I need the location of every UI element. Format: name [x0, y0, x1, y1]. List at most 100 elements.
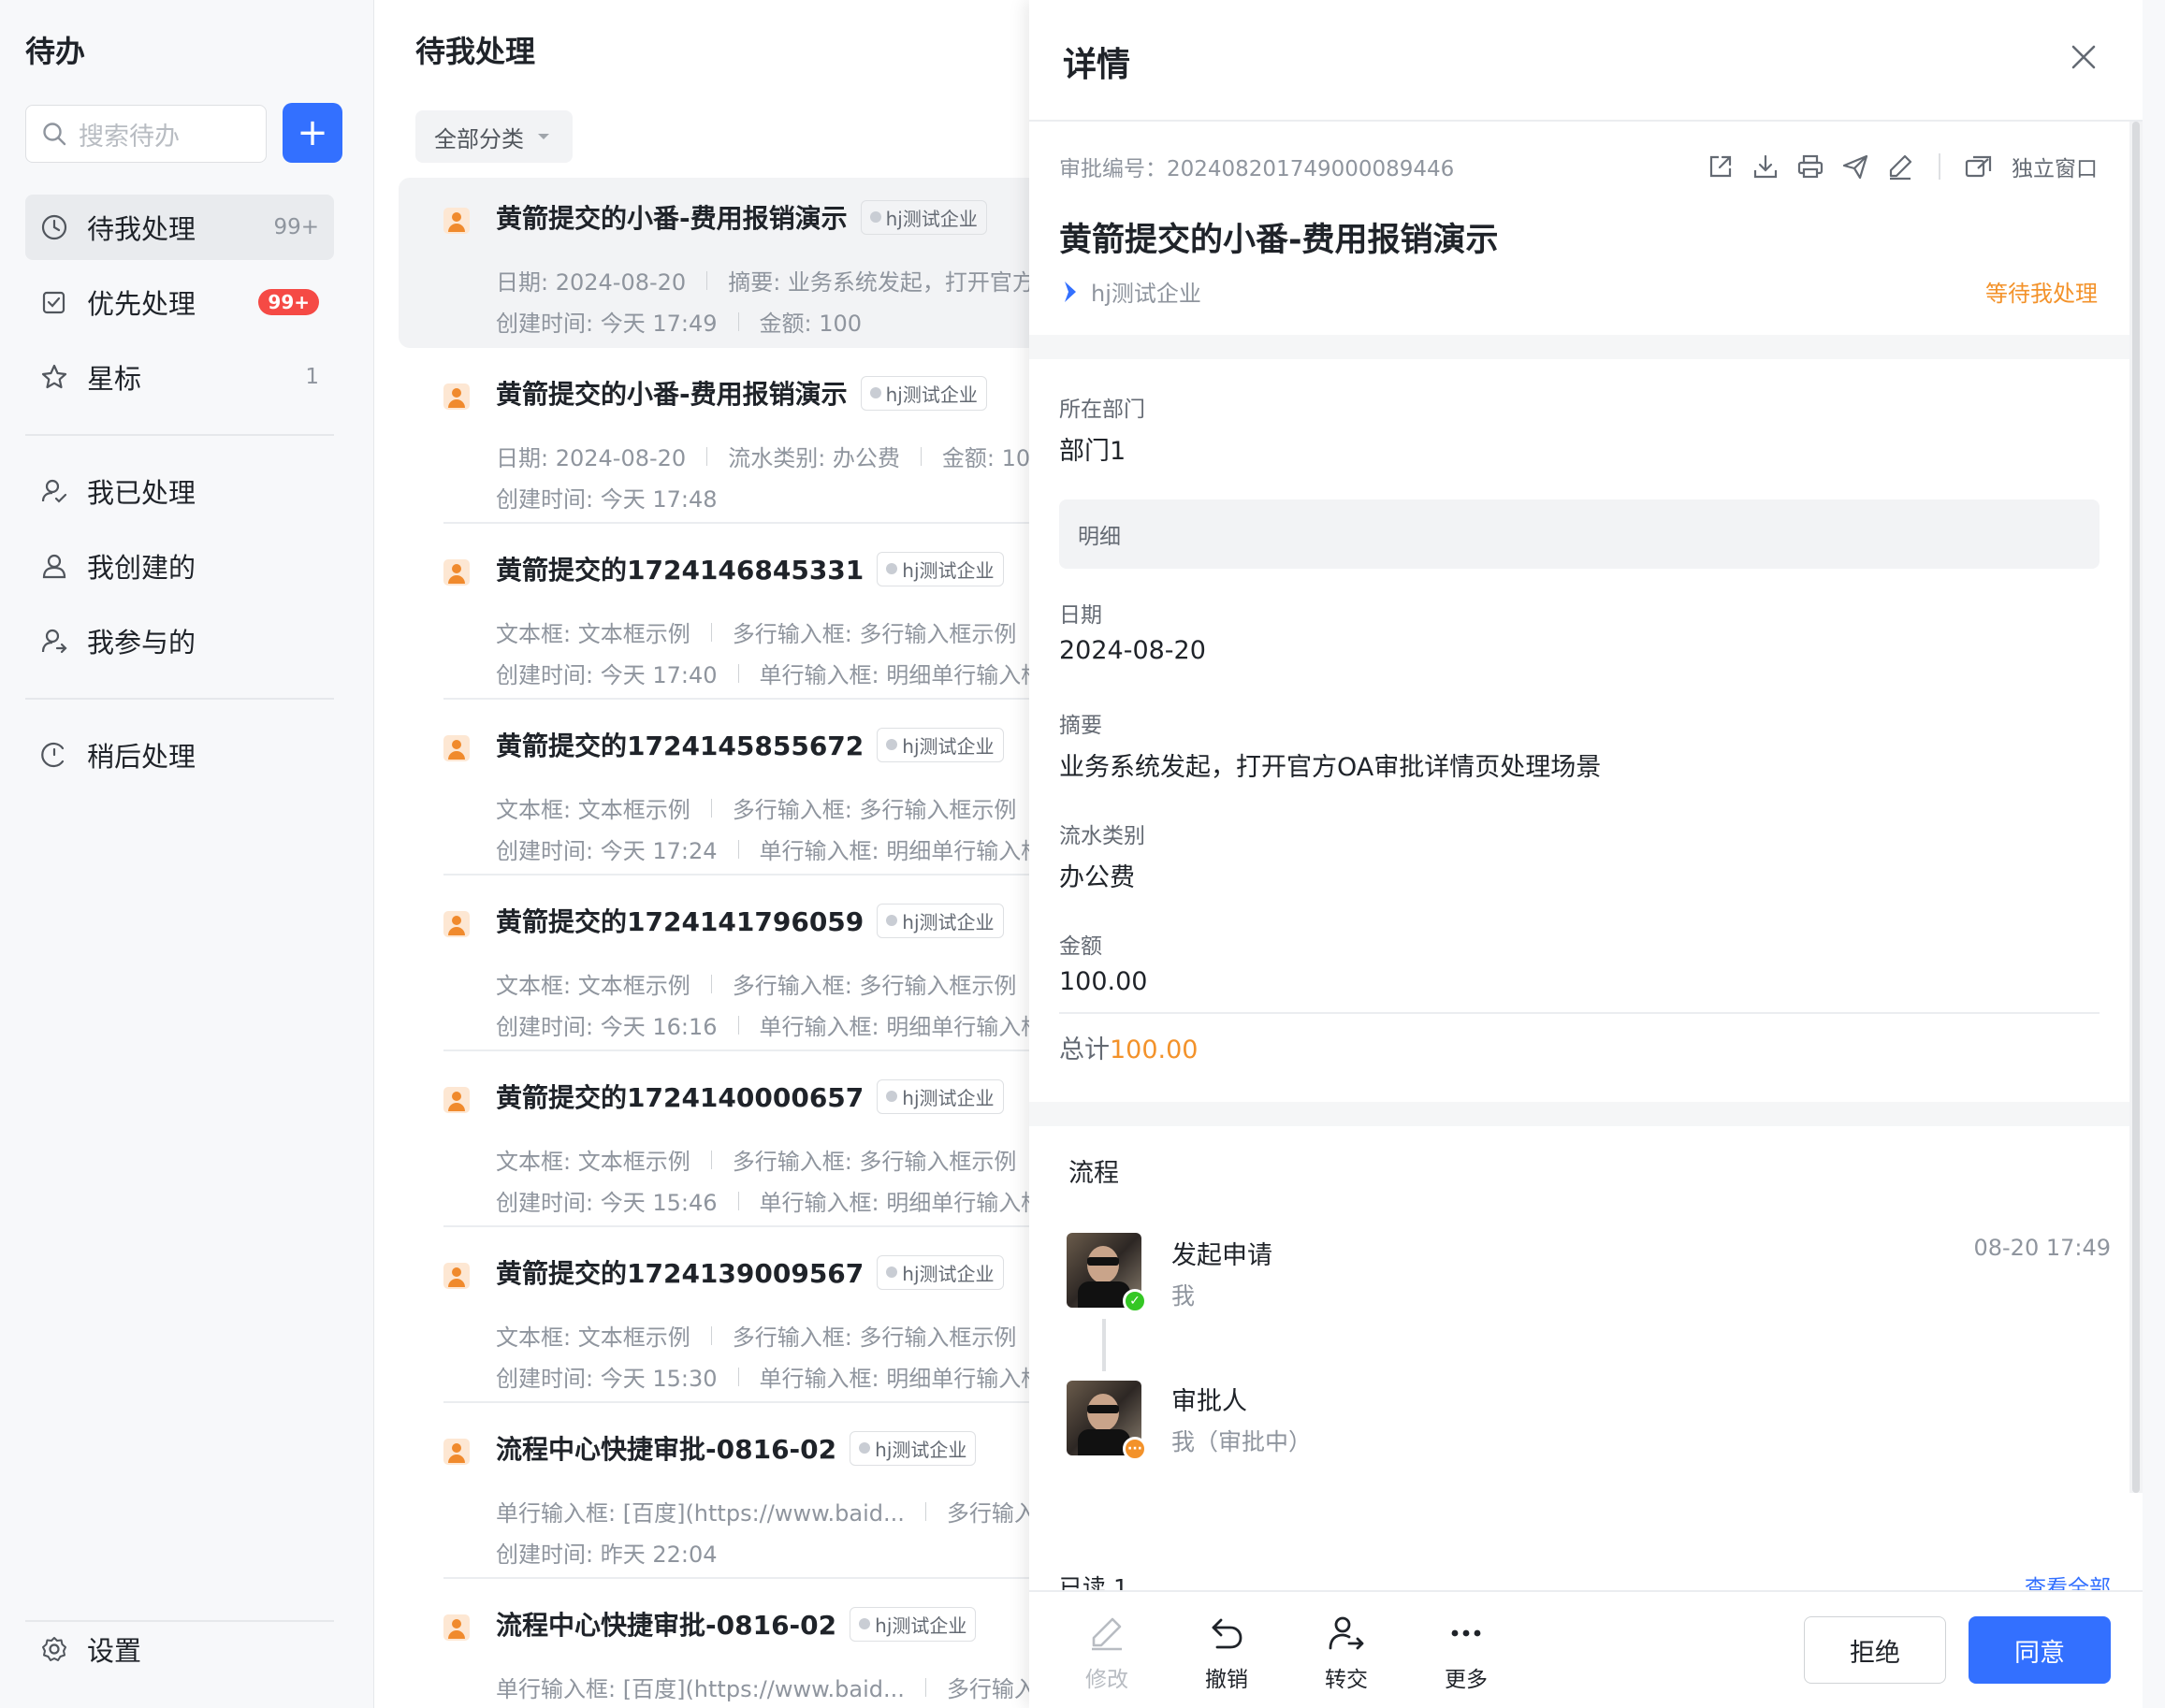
user-check-icon [40, 477, 68, 505]
section-gap [1029, 335, 2129, 359]
list-item[interactable]: 黄箭提交的1724145855672 hj测试企业 文本框: 文本框示例 多行输入框… [399, 705, 1053, 876]
field-label: 流水类别 [1059, 824, 1145, 848]
list-item[interactable]: 黄箭提交的1724141796059 hj测试企业 文本框: 文本框示例 多行输入框… [399, 881, 1053, 1051]
list-item[interactable]: 黄箭提交的1724146845331 hj测试企业 文本框: 文本框示例 多行输入框… [399, 529, 1053, 700]
list-divider [443, 522, 1053, 524]
close-icon[interactable] [2070, 43, 2098, 71]
share-out-icon[interactable] [1705, 151, 1736, 182]
total-label: 总计 [1059, 1035, 1110, 1064]
item-field: 文本框: 文本框示例 [496, 1149, 690, 1175]
new-window-icon[interactable] [1963, 151, 1995, 182]
add-button[interactable]: + [283, 103, 342, 163]
flow-step-user: 我 [1171, 1282, 1196, 1310]
item-created: 创建时间: 今天 17:49 [496, 311, 718, 337]
sidebar-title: 待办 [25, 34, 86, 69]
approval-avatar-icon [443, 735, 470, 761]
list-divider [443, 1049, 1053, 1051]
item-field: 单行输入框: 明细单行输入框 [759, 662, 1044, 688]
item-field: 日期: 2024-08-20 [496, 445, 687, 471]
status-badge: 等待我处理 [1985, 281, 2098, 307]
toolbar-divider [1939, 153, 1940, 180]
edit-label: 修改 [1085, 1668, 1128, 1692]
scrollbar[interactable] [2129, 122, 2143, 1493]
search-input[interactable]: 搜索待办 [25, 105, 267, 163]
settings-button[interactable]: 设置 [25, 1629, 141, 1669]
user-share-icon [40, 627, 68, 655]
list-item[interactable]: 黄箭提交的1724140000657 hj测试企业 文本框: 文本框示例 多行输入框… [399, 1057, 1053, 1227]
todo-list-pane: 待我处理 全部分类 黄箭提交的小番-费用报销演示 hj测试企业 日期: 2024-… [374, 0, 1270, 1708]
window-edge [2143, 0, 2165, 1708]
category-filter-label: 全部分类 [434, 125, 524, 152]
approval-avatar-icon [443, 208, 470, 234]
approval-avatar-icon [443, 1614, 470, 1641]
list-item[interactable]: 流程中心快捷审批-0816-02 hj测试企业 单行输入框: [百度](https… [399, 1409, 1059, 1579]
print-icon[interactable] [1794, 151, 1826, 182]
sidebar-item-created[interactable]: 我创建的 [25, 533, 334, 599]
checklist-icon [40, 288, 68, 316]
org-tag: hj测试企业 [850, 1606, 977, 1642]
revoke-button[interactable]: 撤销 [1184, 1613, 1269, 1693]
item-field: 多行输入框: 多行输入框示例 [732, 973, 1017, 999]
list-item[interactable]: 流程中心快捷审批-0816-02 hj测试企业 单行输入框: [百度](https… [399, 1585, 1059, 1708]
item-field: 多行输入框: 多行输入框示例 [732, 1324, 1017, 1351]
detail-header: 详情 [1029, 0, 2143, 122]
flow-step-time: 08-20 17:49 [1973, 1235, 2111, 1261]
sidebar-item-label: 我已处理 [87, 477, 196, 509]
sidebar-item-participated[interactable]: 我参与的 [25, 608, 334, 673]
check-icon: ✓ [1123, 1289, 1147, 1313]
item-title: 黄箭提交的1724146845331 [496, 555, 865, 586]
detail-subtable-header[interactable]: 明细 [1059, 499, 2100, 569]
item-field: 多行输入框: 多行输入框示例 [732, 621, 1017, 647]
gear-icon [42, 1637, 66, 1661]
item-field: 单行输入框: 明细单行输入框 [759, 1366, 1044, 1392]
send-icon[interactable] [1839, 151, 1871, 182]
item-field: 单行输入框: 明细单行输入框 [759, 1190, 1044, 1216]
download-icon[interactable] [1750, 151, 1781, 182]
sidebar-item-priority[interactable]: 优先处理 99+ [25, 269, 334, 335]
sidebar-divider [25, 1620, 334, 1622]
approval-avatar-icon [443, 559, 470, 586]
flow-step-user: 我（审批中） [1171, 1428, 1313, 1455]
open-window-label[interactable]: 独立窗口 [2012, 151, 2098, 182]
transfer-button[interactable]: 转交 [1304, 1613, 1388, 1693]
edit-icon[interactable] [1884, 151, 1916, 182]
item-title: 流程中心快捷审批-0816-02 [496, 1610, 837, 1641]
sidebar-item-pending[interactable]: 待我处理 99+ [25, 195, 334, 260]
detail-title: 详情 [1063, 46, 1131, 84]
item-created: 创建时间: 今天 15:30 [496, 1366, 718, 1392]
field-value: 100.00 [1059, 967, 1148, 996]
item-field: 单行输入框: 明细单行输入框 [759, 838, 1044, 864]
revoke-label: 撤销 [1205, 1668, 1248, 1692]
total-value: 100.00 [1110, 1035, 1199, 1064]
approval-avatar-icon [443, 1263, 470, 1289]
edit-button[interactable]: 修改 [1065, 1613, 1149, 1693]
sidebar-item-label: 我参与的 [87, 627, 196, 659]
approval-avatar-icon [443, 1439, 470, 1465]
list-item[interactable]: 黄箭提交的小番-费用报销演示 hj测试企业 日期: 2024-08-20 流水类别:… [399, 354, 1053, 524]
sidebar-item-handled[interactable]: 我已处理 [25, 458, 334, 524]
org-tag: hj测试企业 [877, 903, 1004, 938]
list-item[interactable]: 黄箭提交的1724139009567 hj测试企业 文本框: 文本框示例 多行输入框… [399, 1233, 1053, 1403]
list-divider [443, 1401, 1053, 1403]
sidebar-item-starred[interactable]: 星标 1 [25, 344, 334, 410]
category-filter[interactable]: 全部分类 [415, 110, 573, 163]
total-row: 总计100.00 [1059, 1029, 1198, 1065]
divider [1059, 1012, 2100, 1014]
more-button[interactable]: 更多 [1424, 1613, 1508, 1693]
detail-label: 明细 [1078, 525, 1121, 549]
search-icon [43, 123, 66, 146]
app-root: 待办 搜索待办 + 待我处理 99+ 优先处理 99+ 星标 1 我已处理 我创… [0, 0, 2165, 1708]
sidebar-item-later[interactable]: 稍后处理 [25, 722, 334, 788]
flow-connector [1102, 1319, 1106, 1371]
transfer-label: 转交 [1325, 1668, 1368, 1692]
org-tag: hj测试企业 [860, 199, 987, 235]
agree-button[interactable]: 同意 [1969, 1616, 2111, 1684]
field-value: 业务系统发起，打开官方OA审批详情页处理场景 [1059, 753, 1602, 782]
star-icon [40, 363, 68, 391]
org-tag: hj测试企业 [860, 375, 987, 411]
item-title: 黄箭提交的1724139009567 [496, 1258, 865, 1289]
search-placeholder: 搜索待办 [79, 122, 180, 152]
reject-button[interactable]: 拒绝 [1804, 1616, 1946, 1684]
list-item[interactable]: 黄箭提交的小番-费用报销演示 hj测试企业 日期: 2024-08-20 摘要: 业… [399, 178, 1270, 348]
org-row: hj测试企业 等待我处理 [1059, 275, 2098, 308]
